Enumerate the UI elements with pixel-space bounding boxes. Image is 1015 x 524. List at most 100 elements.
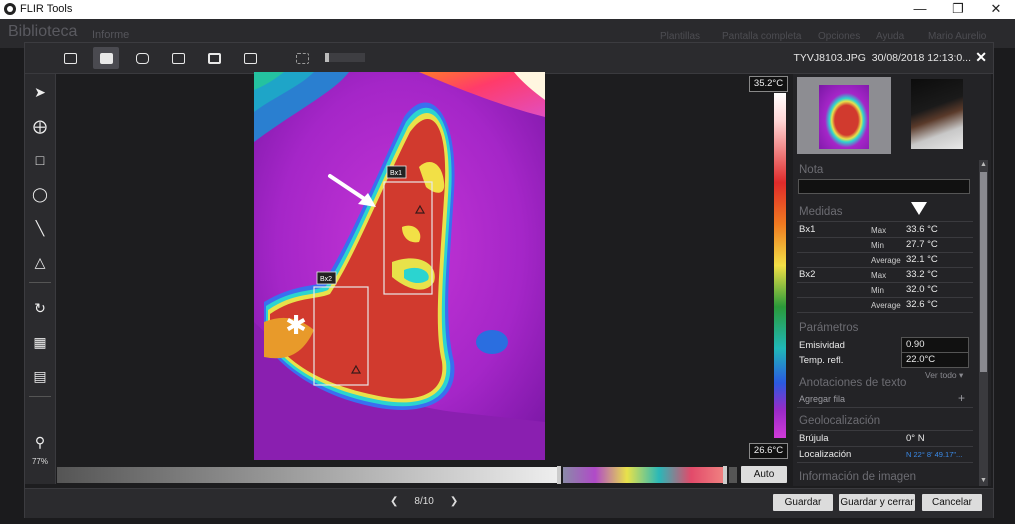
close-window-icon[interactable]: ✕: [981, 1, 1011, 17]
ver-todo-label: Ver todo: [925, 370, 957, 380]
next-image-icon[interactable]: ❯: [434, 496, 458, 507]
section-geolocalizacion: Geolocalización: [799, 415, 881, 427]
save-button[interactable]: Guardar: [773, 494, 833, 511]
window-titlebar: FLIR Tools — ❐ ✕: [0, 0, 1015, 19]
measurement-toolbar: ➤ ⨁ □ ◯ ╲ △ ↻ ▦ ▤ ⚲ 77%: [25, 74, 56, 484]
box-tool-icon[interactable]: □: [28, 148, 52, 172]
select-arrow-icon[interactable]: ➤: [28, 80, 52, 104]
delta-tool-icon[interactable]: △: [28, 250, 52, 274]
view-mode-pip-button[interactable]: [201, 47, 227, 69]
divider: [797, 407, 973, 408]
agregar-fila-link[interactable]: Agregar fila: [799, 394, 845, 404]
minimize-icon[interactable]: —: [905, 1, 935, 16]
meas-stat-label: Average: [871, 301, 901, 310]
flir-logo-icon: [4, 3, 16, 15]
scale-max-field[interactable]: 35.2°C: [749, 76, 788, 92]
geo-location-link[interactable]: N 22° 8' 49.17"...: [906, 450, 962, 459]
save-close-button[interactable]: Guardar y cerrar: [839, 494, 915, 511]
zoom-level: 77%: [31, 457, 48, 466]
slider-range-gradient: [563, 467, 723, 483]
view-mode-blend-button[interactable]: [165, 47, 191, 69]
sort-down-icon: [911, 202, 927, 215]
zoom-icon[interactable]: ⚲: [28, 430, 52, 454]
meas-stat-label: Max: [871, 271, 887, 280]
temp-refl-input[interactable]: 22.0°C: [901, 352, 969, 368]
slider-track-left: [57, 467, 557, 483]
tab-informe[interactable]: Informe: [92, 29, 129, 41]
geo-value: 0° N: [906, 433, 925, 444]
divider: [797, 252, 973, 253]
meas-value: 33.2 °C: [906, 269, 938, 280]
label-bx2: Bx2: [320, 276, 332, 283]
geo-label: Localización: [799, 449, 852, 460]
line-tool-icon[interactable]: ╲: [28, 216, 52, 240]
restore-icon[interactable]: ❐: [943, 1, 973, 17]
slider-handle-low[interactable]: [557, 466, 561, 484]
param-label: Emisividad: [799, 340, 845, 351]
divider: [797, 446, 973, 447]
isotherm-icon[interactable]: ▤: [28, 364, 52, 388]
scale-min-field[interactable]: 26.6°C: [749, 443, 788, 459]
meas-value: 33.6 °C: [906, 224, 938, 235]
menu-pantalla-completa[interactable]: Pantalla completa: [722, 31, 802, 42]
divider: [29, 396, 51, 397]
meas-value: 32.6 °C: [906, 299, 938, 310]
palette-icon[interactable]: ▦: [28, 330, 52, 354]
menu-plantillas[interactable]: Plantillas: [660, 31, 700, 42]
view-mode-thermal-button[interactable]: [93, 47, 119, 69]
meas-stat-label: Average: [871, 256, 901, 265]
section-anotaciones: Anotaciones de texto: [799, 377, 907, 389]
thermal-view-icon: [99, 52, 113, 64]
auto-scale-button[interactable]: Auto: [741, 466, 787, 483]
menu-opciones[interactable]: Opciones: [818, 31, 860, 42]
rotate-icon[interactable]: ↻: [28, 296, 52, 320]
fit-icon: [295, 52, 309, 64]
cancel-button[interactable]: Cancelar: [922, 494, 982, 511]
slider-handle-high[interactable]: [723, 466, 727, 484]
view-mode-msx-button[interactable]: [129, 47, 155, 69]
add-row-plus-icon[interactable]: +: [958, 391, 965, 405]
chevron-down-icon: ▾: [959, 370, 964, 380]
thermal-thumbnail-frame[interactable]: [797, 77, 891, 154]
menu-user[interactable]: Mario Aurelio: [928, 31, 986, 42]
nota-input[interactable]: [798, 179, 970, 194]
photo-thumbnail[interactable]: [911, 79, 963, 149]
divider: [797, 312, 973, 313]
image-editor-dialog: TYVJ8103.JPG 30/08/2018 12:13:0... ✕ ➤ ⨁…: [24, 42, 994, 518]
meas-stat-label: Min: [871, 241, 884, 250]
section-info-imagen: Información de imagen: [799, 471, 916, 483]
param-value: 22.0°C: [906, 354, 936, 365]
blend-slider[interactable]: [325, 53, 365, 62]
section-nota: Nota: [799, 164, 824, 176]
prev-image-icon[interactable]: ❮: [390, 496, 414, 507]
meas-value: 27.7 °C: [906, 239, 938, 250]
dialog-footer: ❮ 8/10 ❯ Guardar Guardar y cerrar Cancelar: [25, 488, 993, 518]
menu-ayuda[interactable]: Ayuda: [876, 31, 904, 42]
thermal-thumbnail[interactable]: [819, 85, 869, 149]
fit-view-button[interactable]: [289, 47, 315, 69]
scrollbar-thumb[interactable]: [980, 172, 987, 372]
file-info: TYVJ8103.JPG 30/08/2018 12:13:0...: [794, 52, 971, 64]
spot-crosshair-icon[interactable]: ⨁: [28, 114, 52, 138]
image-position: 8/10: [414, 496, 434, 507]
palette-range-slider[interactable]: [57, 465, 737, 485]
thermal-image[interactable]: Bx1 Bx2 ✱: [254, 72, 545, 460]
temperature-color-bar: [774, 93, 786, 438]
blend-icon: [171, 52, 185, 64]
divider: [797, 282, 973, 283]
pager: ❮ 8/10 ❯: [390, 496, 458, 507]
circle-tool-icon[interactable]: ◯: [28, 182, 52, 206]
frame-icon: [63, 52, 77, 64]
view-mode-photo-button[interactable]: [237, 47, 263, 69]
meas-value: 32.1 °C: [906, 254, 938, 265]
ver-todo-link[interactable]: Ver todo ▾: [925, 370, 963, 381]
param-label: Temp. refl.: [799, 355, 844, 366]
meas-stat-label: Max: [871, 226, 887, 235]
meas-value: 32.0 °C: [906, 284, 938, 295]
scroll-up-icon[interactable]: ▲: [980, 161, 987, 168]
divider: [797, 221, 973, 222]
emisividad-input[interactable]: 0.90: [901, 337, 969, 353]
view-mode-ir-button[interactable]: [57, 47, 83, 69]
scroll-down-icon[interactable]: ▼: [980, 477, 987, 484]
close-dialog-icon[interactable]: ✕: [975, 49, 987, 66]
